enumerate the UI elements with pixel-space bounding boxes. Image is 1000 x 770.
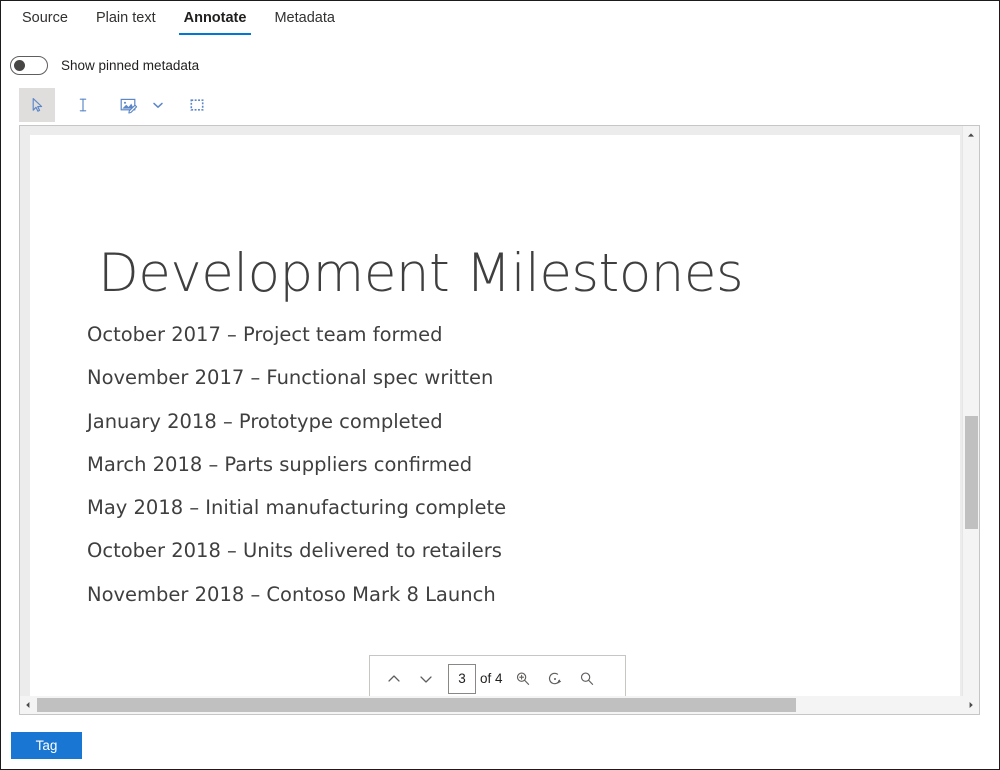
rotate-icon <box>546 670 564 688</box>
page-navigation-bar: of 4 <box>369 655 626 702</box>
tab-strip: Source Plain text Annotate Metadata <box>1 1 999 38</box>
application-window: Source Plain text Annotate Metadata Show… <box>0 0 1000 770</box>
search-button[interactable] <box>571 664 603 694</box>
horizontal-scrollbar[interactable] <box>19 696 980 715</box>
previous-page-button[interactable] <box>378 664 410 694</box>
zoom-in-button[interactable] <box>507 664 539 694</box>
magnifier-icon <box>578 670 596 688</box>
tab-source[interactable]: Source <box>12 7 78 36</box>
document-title: Development Milestones <box>98 243 743 304</box>
rotate-button[interactable] <box>539 664 571 694</box>
triangle-right-icon <box>966 700 976 710</box>
document-page[interactable]: Development Milestones October 2017 – Pr… <box>30 135 960 701</box>
tag-button[interactable]: Tag <box>11 732 82 759</box>
milestone-line: January 2018 – Prototype completed <box>87 400 787 443</box>
page-total-label: of 4 <box>480 671 503 686</box>
document-viewer: Development Milestones October 2017 – Pr… <box>19 125 980 710</box>
text-annotation-tool[interactable] <box>65 88 101 122</box>
show-pinned-metadata-toggle[interactable] <box>10 56 48 75</box>
text-ibeam-icon <box>74 96 92 114</box>
region-select-tool[interactable] <box>179 88 215 122</box>
show-pinned-metadata-label: Show pinned metadata <box>61 58 199 73</box>
dashed-rectangle-icon <box>188 96 206 114</box>
tab-metadata[interactable]: Metadata <box>264 7 344 36</box>
page-number-input[interactable] <box>448 664 476 694</box>
triangle-left-icon <box>23 700 33 710</box>
vertical-scrollbar[interactable] <box>962 126 979 709</box>
tab-plain-text[interactable]: Plain text <box>86 7 166 36</box>
scroll-right-button[interactable] <box>963 696 979 713</box>
image-annotation-dropdown[interactable] <box>147 88 169 122</box>
select-cursor-tool[interactable] <box>19 88 55 122</box>
pinned-metadata-row: Show pinned metadata <box>1 51 199 79</box>
milestone-line: March 2018 – Parts suppliers confirmed <box>87 443 787 486</box>
toggle-knob <box>14 60 25 71</box>
vertical-scrollbar-thumb[interactable] <box>965 416 978 529</box>
milestone-line: May 2018 – Initial manufacturing complet… <box>87 486 787 529</box>
tab-annotate[interactable]: Annotate <box>174 7 257 36</box>
magnifier-plus-icon <box>514 670 532 688</box>
milestone-line: November 2017 – Functional spec written <box>87 356 787 399</box>
milestone-line: November 2018 – Contoso Mark 8 Launch <box>87 573 787 616</box>
next-page-button[interactable] <box>410 664 442 694</box>
image-annotation-tool[interactable] <box>111 88 147 122</box>
annotation-toolbar <box>19 87 979 122</box>
image-pencil-icon <box>119 96 139 114</box>
scroll-up-button[interactable] <box>963 127 979 143</box>
document-body: October 2017 – Project team formed Novem… <box>87 313 787 616</box>
chevron-down-icon <box>151 98 165 112</box>
chevron-down-icon <box>417 670 435 688</box>
milestone-line: October 2017 – Project team formed <box>87 313 787 356</box>
chevron-up-icon <box>385 670 403 688</box>
scroll-left-button[interactable] <box>20 696 36 713</box>
cursor-arrow-icon <box>28 96 46 114</box>
horizontal-scrollbar-thumb[interactable] <box>37 698 796 712</box>
milestone-line: October 2018 – Units delivered to retail… <box>87 529 787 572</box>
triangle-up-icon <box>966 130 976 140</box>
